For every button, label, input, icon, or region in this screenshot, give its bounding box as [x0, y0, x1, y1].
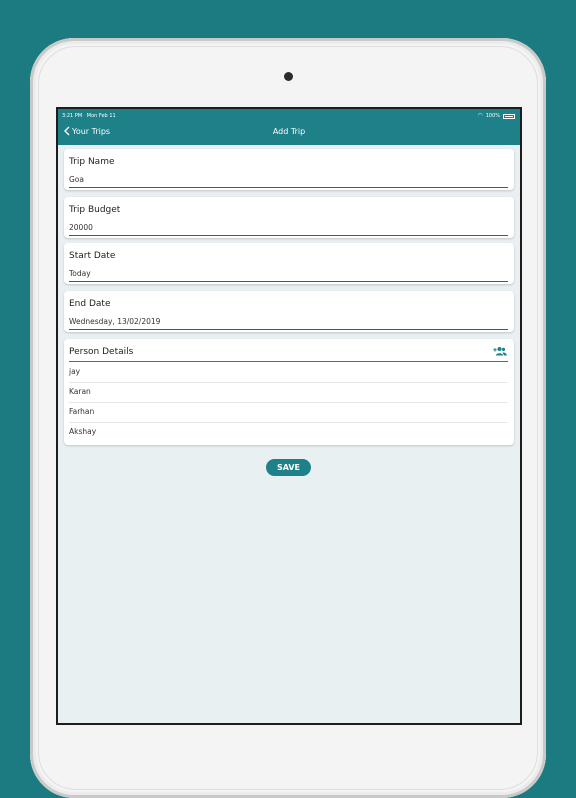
person-details-card: Person Details jay Karan Farhan Akshay	[64, 339, 514, 445]
trip-name-input[interactable]: Goa	[69, 175, 508, 188]
wifi-icon: ◠	[477, 112, 483, 119]
person-details-header: Person Details	[69, 339, 508, 362]
person-row[interactable]: jay	[69, 362, 508, 383]
status-bar: 3:21 PM Mon Feb 11 ◠ 100%	[62, 111, 515, 121]
add-people-icon[interactable]	[493, 346, 507, 356]
status-time: 3:21 PM	[62, 113, 83, 119]
end-date-card: End Date Wednesday, 13/02/2019	[64, 291, 514, 332]
start-date-input[interactable]: Today	[69, 269, 508, 282]
start-date-label: Start Date	[69, 251, 116, 261]
trip-name-label: Trip Name	[69, 157, 115, 167]
person-row[interactable]: Karan	[69, 382, 508, 403]
trip-budget-input[interactable]: 20000	[69, 223, 508, 236]
trip-name-card: Trip Name Goa	[64, 149, 514, 190]
trip-budget-label: Trip Budget	[69, 205, 121, 215]
status-date: Mon Feb 11	[86, 113, 116, 119]
person-details-label: Person Details	[69, 347, 134, 357]
person-row[interactable]: Farhan	[69, 402, 508, 423]
page-title: Add Trip	[272, 127, 306, 136]
battery-percent: 100%	[485, 113, 500, 119]
nav-row: Your Trips Add Trip	[58, 124, 520, 140]
end-date-input[interactable]: Wednesday, 13/02/2019	[69, 317, 508, 330]
start-date-card: Start Date Today	[64, 243, 514, 284]
trip-budget-card: Trip Budget 20000	[64, 197, 514, 238]
person-row[interactable]: Akshay	[69, 422, 508, 442]
app: 3:21 PM Mon Feb 11 ◠ 100% Your Trips Add…	[58, 109, 520, 723]
end-date-label: End Date	[69, 299, 111, 309]
save-button[interactable]: SAVE	[266, 459, 311, 476]
navigation-header: 3:21 PM Mon Feb 11 ◠ 100% Your Trips Add…	[58, 109, 520, 145]
camera-dot	[284, 72, 293, 81]
battery-icon	[503, 113, 515, 119]
screen: 3:21 PM Mon Feb 11 ◠ 100% Your Trips Add…	[56, 107, 522, 725]
